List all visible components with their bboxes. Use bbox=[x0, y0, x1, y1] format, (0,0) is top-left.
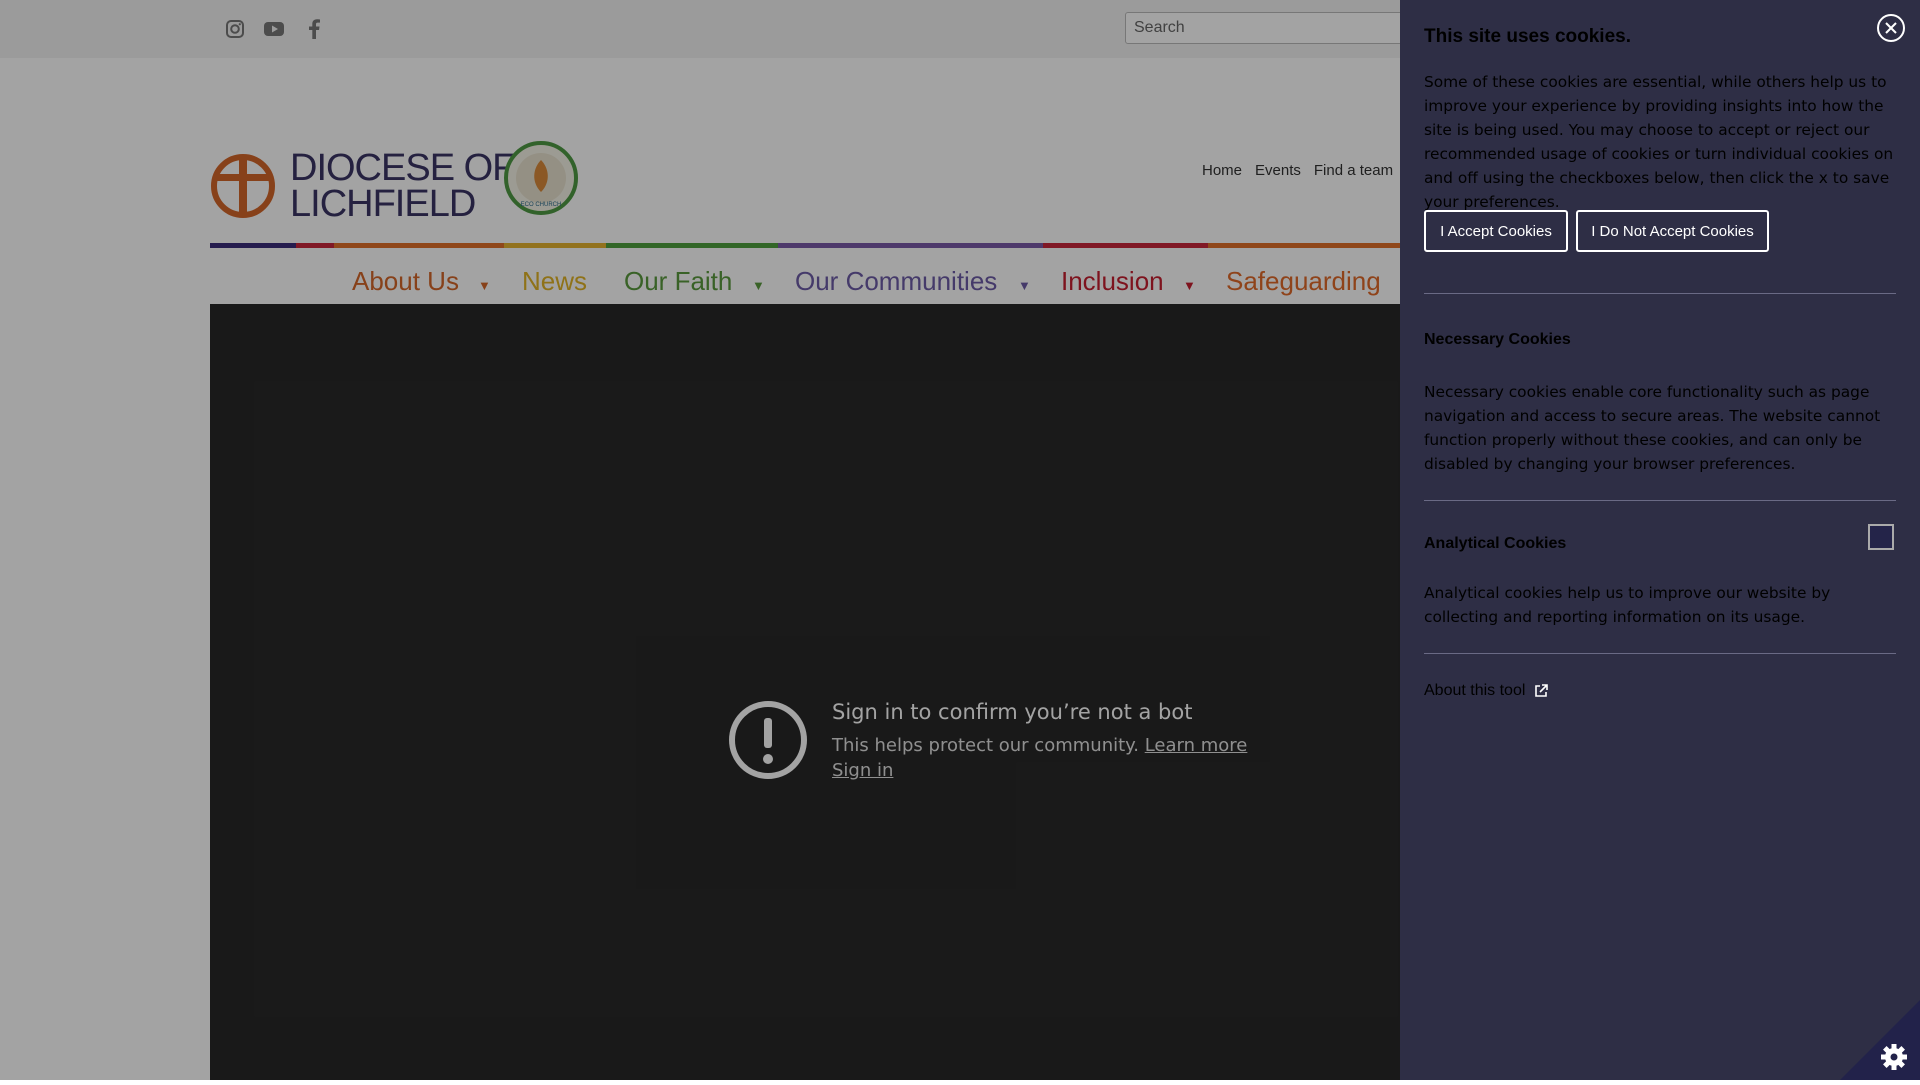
cookie-intro-text: Some of these cookies are essential, whi… bbox=[1424, 73, 1894, 211]
divider bbox=[1424, 653, 1896, 654]
close-button[interactable] bbox=[1877, 14, 1905, 42]
about-this-tool-link[interactable]: About this tool bbox=[1424, 682, 1549, 700]
divider bbox=[1424, 293, 1896, 294]
external-link-icon bbox=[1535, 684, 1549, 697]
about-this-tool-label: About this tool bbox=[1424, 682, 1526, 699]
necessary-cookies-heading: Necessary Cookies bbox=[1424, 331, 1571, 348]
divider bbox=[1424, 500, 1896, 501]
analytical-cookies-heading: Analytical Cookies bbox=[1424, 535, 1567, 552]
necessary-cookies-text: Necessary cookies enable core functional… bbox=[1424, 383, 1881, 473]
cookie-panel-title: This site uses cookies. bbox=[1424, 26, 1631, 47]
analytical-cookies-text: Analytical cookies help us to improve ou… bbox=[1424, 584, 1831, 626]
gear-icon bbox=[1840, 1000, 1920, 1080]
modal-backdrop[interactable] bbox=[0, 0, 1400, 1080]
close-icon bbox=[1885, 22, 1897, 34]
accept-cookies-button[interactable]: I Accept Cookies bbox=[1424, 210, 1568, 252]
reject-cookies-button[interactable]: I Do Not Accept Cookies bbox=[1576, 210, 1769, 252]
cookie-settings-button[interactable] bbox=[1840, 1000, 1920, 1080]
analytical-cookies-checkbox[interactable] bbox=[1868, 524, 1894, 550]
